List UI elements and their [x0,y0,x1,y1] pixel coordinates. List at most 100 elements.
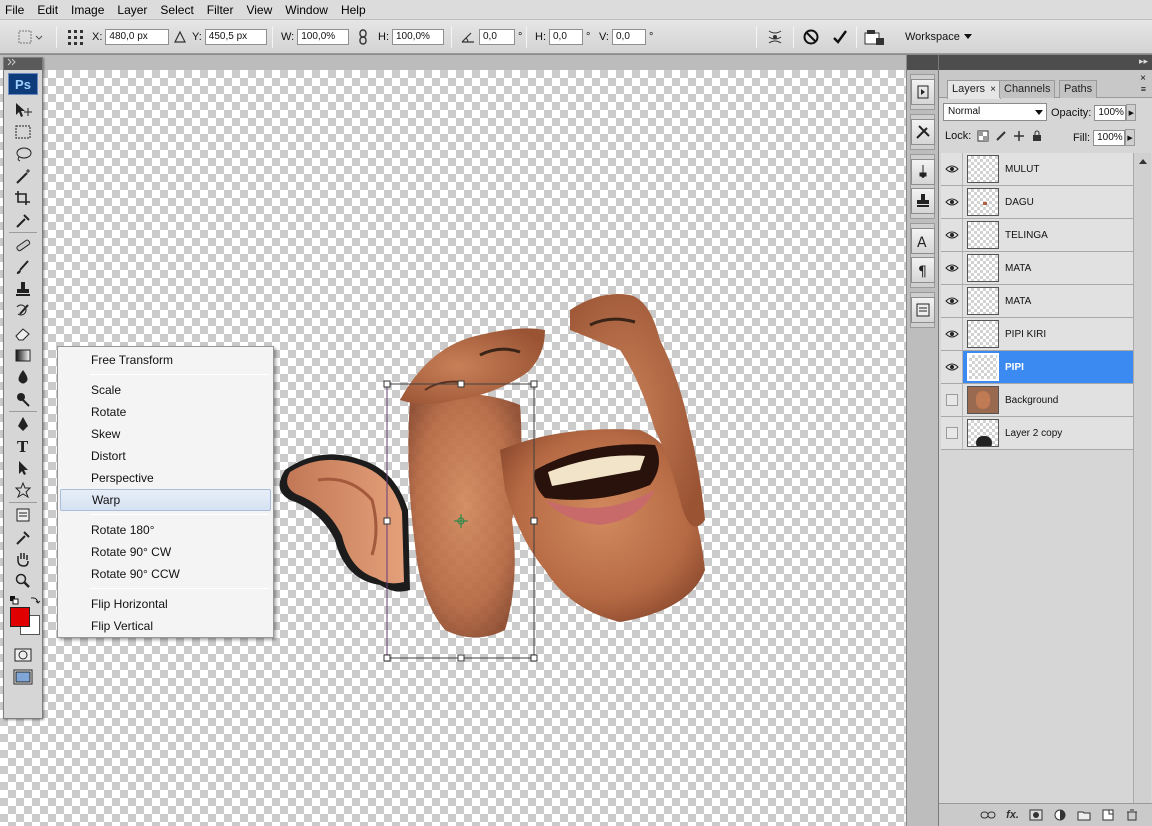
menu-item-scale[interactable]: Scale [60,379,271,401]
foreground-color-swatch[interactable] [10,607,30,627]
blend-mode-select[interactable]: Normal [943,103,1047,121]
shape-tool[interactable] [8,480,38,500]
crop-tool[interactable] [8,188,38,208]
menu-select[interactable]: Select [155,3,201,17]
collapse-panel-icon[interactable]: ▸▸ [1139,56,1148,67]
history-brush-tool[interactable] [8,301,38,321]
visibility-toggle[interactable] [941,153,963,185]
vertical-skew-field[interactable]: 0,0 [612,29,646,45]
notes-tool[interactable] [8,505,38,525]
menu-item-rotate-90-cw[interactable]: Rotate 90° CW [60,541,271,563]
menu-item-rotate-90-ccw[interactable]: Rotate 90° CCW [60,563,271,585]
quick-selection-tool[interactable] [8,166,38,186]
layer-row[interactable]: DAGU [941,186,1133,219]
menu-image[interactable]: Image [66,3,112,17]
menu-item-flip-horizontal[interactable]: Flip Horizontal [60,593,271,615]
lasso-tool[interactable] [8,144,38,164]
fill-slider-button[interactable]: ▶ [1125,129,1136,146]
lock-transparent-icon[interactable] [977,130,989,142]
close-panel-icon[interactable]: × [1140,73,1146,84]
visibility-toggle[interactable] [941,285,963,317]
menu-file[interactable]: File [0,3,32,17]
brushes-panel-button[interactable] [911,159,935,185]
history-panel-button[interactable] [911,79,935,105]
dock-header[interactable] [907,55,938,70]
menu-item-warp[interactable]: Warp [60,489,271,511]
height-field[interactable]: 100,0% [392,29,444,45]
zoom-tool[interactable] [8,571,38,591]
color-swatches[interactable] [6,595,41,641]
workspace-menu[interactable]: Workspace [905,28,973,46]
character-panel-button[interactable]: A [911,228,935,254]
quick-mask-toggle[interactable] [8,645,38,665]
reference-point-locator[interactable] [66,28,86,46]
visibility-toggle[interactable] [941,318,963,350]
lock-image-icon[interactable] [995,130,1007,142]
adjustment-layer-icon[interactable] [1053,809,1067,821]
menu-item-perspective[interactable]: Perspective [60,467,271,489]
menu-window[interactable]: Window [280,3,336,17]
tool-presets-button[interactable] [911,119,935,145]
menu-item-flip-vertical[interactable]: Flip Vertical [60,615,271,637]
opacity-slider-button[interactable]: ▶ [1126,104,1137,121]
warp-mode-icon[interactable] [766,28,784,46]
clone-stamp-tool[interactable] [8,279,38,299]
close-tab-icon[interactable]: × [990,84,996,95]
paragraph-panel-button[interactable]: ¶ [911,257,935,283]
lock-all-icon[interactable] [1031,130,1043,142]
panel-menu-icon[interactable]: ≡ [1141,84,1146,94]
link-layers-icon[interactable] [980,810,996,820]
fill-field[interactable]: 100% [1093,129,1126,146]
layer-style-button[interactable]: fx. [1006,809,1019,821]
eyedropper2-tool[interactable] [8,527,38,547]
eyedropper-tool[interactable] [8,210,38,230]
opacity-field[interactable]: 100% [1094,104,1127,121]
menu-item-free-transform[interactable]: Free Transform [60,349,271,371]
layer-row[interactable]: Layer 2 copy [941,417,1133,450]
visibility-toggle[interactable] [941,384,963,416]
lock-position-icon[interactable] [1013,130,1025,142]
photoshop-logo[interactable]: Ps [8,73,38,95]
layers-scrollbar[interactable] [1133,153,1151,823]
screen-mode-toggle[interactable] [8,667,38,687]
new-layer-icon[interactable] [1101,809,1115,821]
layer-comps-button[interactable] [911,297,935,323]
cancel-transform-icon[interactable] [802,28,820,46]
link-aspect-icon[interactable] [357,29,369,45]
brush-tool[interactable] [8,257,38,277]
layer-row[interactable]: MULUT [941,153,1133,186]
delete-layer-icon[interactable] [1125,809,1139,821]
layer-row[interactable]: MATA [941,252,1133,285]
new-group-icon[interactable] [1077,809,1091,821]
horizontal-skew-field[interactable]: 0,0 [549,29,583,45]
rotate-field[interactable]: 0,0 [479,29,515,45]
menu-item-distort[interactable]: Distort [60,445,271,467]
visibility-toggle[interactable] [941,219,963,251]
menu-view[interactable]: View [241,3,280,17]
tab-channels[interactable]: Channels [999,80,1056,98]
eraser-tool[interactable] [8,323,38,343]
hand-tool[interactable] [8,549,38,569]
layer-row-selected[interactable]: PIPI [941,351,1133,384]
commit-transform-icon[interactable] [831,28,849,46]
path-selection-tool[interactable] [8,458,38,478]
menu-item-skew[interactable]: Skew [60,423,271,445]
menu-filter[interactable]: Filter [202,3,242,17]
move-tool[interactable] [8,100,38,120]
tab-paths[interactable]: Paths [1059,80,1098,98]
tools-panel-header[interactable] [4,58,42,70]
menu-item-rotate-180[interactable]: Rotate 180° [60,519,271,541]
visibility-toggle[interactable] [941,186,963,218]
layer-mask-icon[interactable] [1029,809,1043,821]
menu-edit[interactable]: Edit [32,3,66,17]
gradient-tool[interactable] [8,345,38,365]
layers-panel-header[interactable]: ▸▸ [939,55,1152,70]
layer-row[interactable]: TELINGA [941,219,1133,252]
visibility-toggle[interactable] [941,417,963,449]
layer-row[interactable]: PIPI KIRI [941,318,1133,351]
menu-help[interactable]: Help [336,3,374,17]
layer-row[interactable]: Background [941,384,1133,417]
tool-preset-picker[interactable] [14,28,44,46]
dodge-tool[interactable] [8,389,38,409]
type-tool[interactable]: T [8,436,38,456]
